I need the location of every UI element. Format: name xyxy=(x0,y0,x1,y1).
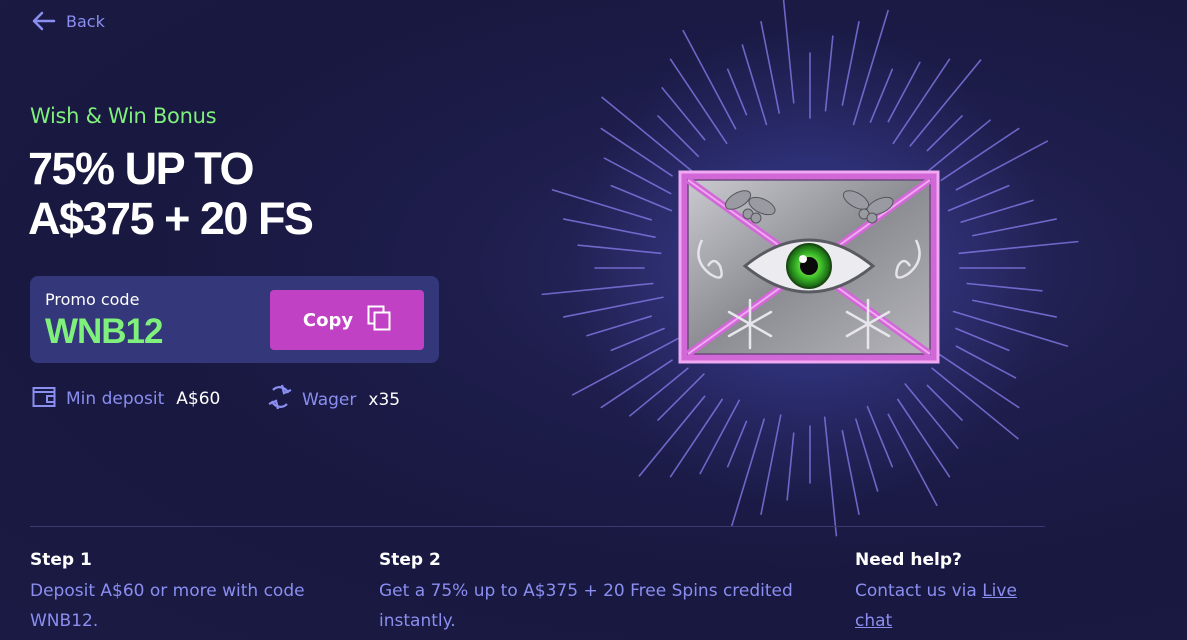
min-deposit-value: A$60 xyxy=(176,388,221,409)
headline-line-2: A$375 + 20 FS xyxy=(28,193,314,244)
section-divider xyxy=(30,526,1045,527)
help-text-prefix: Contact us via xyxy=(855,581,977,601)
step-title: Step 1 xyxy=(30,550,92,570)
back-link[interactable]: Back xyxy=(32,11,105,31)
bonus-name: Wish & Win Bonus xyxy=(30,104,217,128)
promo-code-label: Promo code xyxy=(45,290,140,309)
bonus-artwork xyxy=(541,0,1079,537)
step-text: Deposit A$60 or more with code WNB12. xyxy=(30,581,305,631)
refresh-icon xyxy=(268,384,292,415)
copy-button[interactable]: Copy xyxy=(270,290,424,350)
step-title: Step 2 xyxy=(379,550,441,570)
step-1: Step 1 Deposit A$60 or more with code WN… xyxy=(30,550,340,636)
wager-label: Wager xyxy=(302,389,357,410)
arrow-left-icon xyxy=(32,11,56,31)
wager-value: x35 xyxy=(368,389,401,410)
min-deposit-label: Min deposit xyxy=(66,388,165,409)
eye-envelope-symbol xyxy=(678,170,940,364)
wager-info: Wager x35 xyxy=(268,384,400,415)
back-label: Back xyxy=(66,11,105,31)
wallet-icon xyxy=(32,384,56,413)
step-text: Get a 75% up to A$375 + 20 Free Spins cr… xyxy=(379,581,793,631)
min-deposit-info: Min deposit A$60 xyxy=(32,384,220,413)
help-title: Need help? xyxy=(855,550,962,570)
copy-icon xyxy=(367,305,391,336)
help-text: Contact us via Live chat xyxy=(855,576,1045,636)
headline-line-1: 75% UP TO xyxy=(28,143,254,194)
bonus-headline: 75% UP TO A$375 + 20 FS xyxy=(28,143,314,244)
promo-code-box: Promo code WNB12 Copy xyxy=(30,276,439,363)
help-section: Need help? Contact us via Live chat xyxy=(855,550,1045,636)
promo-code-value: WNB12 xyxy=(45,312,164,351)
step-2: Step 2 Get a 75% up to A$375 + 20 Free S… xyxy=(379,550,799,636)
copy-button-label: Copy xyxy=(302,309,354,331)
